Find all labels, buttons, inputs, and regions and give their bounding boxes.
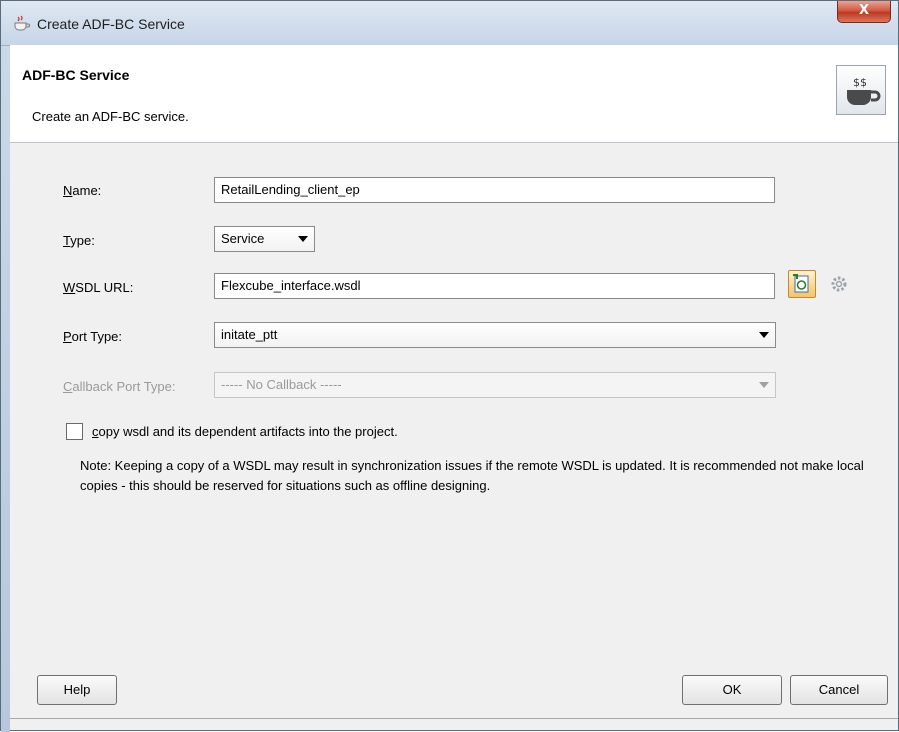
ok-button[interactable]: OK: [682, 675, 782, 705]
gear-icon: [831, 276, 847, 292]
window-title: Create ADF-BC Service: [37, 16, 185, 32]
help-button[interactable]: Help: [37, 675, 117, 705]
page-subtitle: Create an ADF-BC service.: [32, 109, 189, 124]
browse-wsdl-icon: [793, 274, 809, 293]
callback-port-type-select: ----- No Callback -----: [214, 372, 776, 398]
port-type-select[interactable]: initate_ptt: [214, 322, 776, 348]
name-input[interactable]: RetailLending_client_ep: [214, 177, 775, 203]
wsdl-url-input[interactable]: Flexcube_interface.wsdl: [214, 273, 775, 299]
type-label: Type:: [63, 233, 95, 248]
close-button[interactable]: X: [837, 1, 891, 23]
page-title: ADF-BC Service: [22, 67, 130, 83]
gear-button[interactable]: [829, 274, 849, 294]
copy-wsdl-checkbox[interactable]: [66, 423, 83, 440]
title-bar[interactable]: Create ADF-BC Service X: [1, 1, 898, 46]
chevron-down-icon: [298, 236, 308, 242]
wsdl-url-label: WSDL URL:: [63, 280, 134, 295]
callback-port-type-value: ----- No Callback -----: [221, 377, 342, 392]
chevron-down-icon: [759, 382, 769, 388]
coffee-cup-icon: [13, 14, 31, 32]
bottom-divider: [10, 718, 898, 719]
chevron-down-icon: [759, 332, 769, 338]
callback-port-type-label: Callback Port Type:: [63, 379, 176, 394]
wsdl-copy-note: Note: Keeping a copy of a WSDL may resul…: [80, 458, 864, 493]
port-type-value: initate_ptt: [221, 327, 278, 342]
copy-wsdl-label[interactable]: copy wsdl and its dependent artifacts in…: [92, 424, 398, 439]
header-banner: ADF-BC Service Create an ADF-BC service.…: [10, 45, 898, 143]
dialog-window: Create ADF-BC Service X ADF-BC Service C…: [0, 0, 899, 732]
cancel-button[interactable]: Cancel: [790, 675, 888, 705]
type-select[interactable]: Service: [214, 226, 315, 252]
java-service-icon: $$: [836, 65, 886, 115]
window-left-border: [1, 1, 10, 732]
port-type-label: Port Type:: [63, 329, 123, 344]
browse-wsdl-button[interactable]: [788, 270, 816, 298]
type-select-value: Service: [221, 231, 265, 246]
name-label: Name:: [63, 183, 102, 198]
svg-text:$$: $$: [853, 76, 867, 89]
